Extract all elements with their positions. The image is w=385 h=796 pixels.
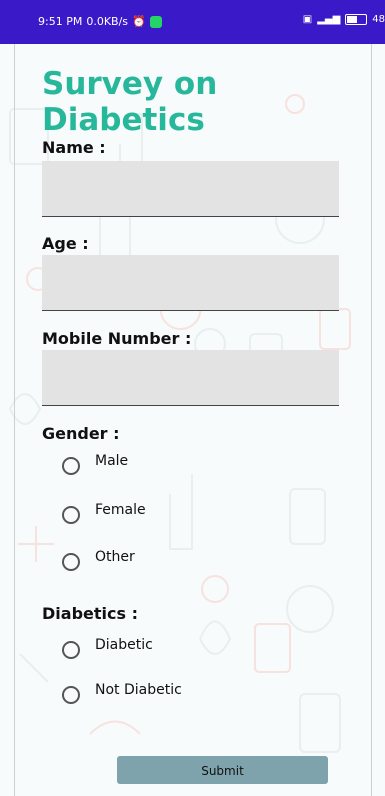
gender-option-female[interactable]: Female bbox=[62, 502, 146, 524]
status-right: ▣ ▂▄▆ 48 bbox=[303, 14, 385, 25]
diabetics-label: Diabetics : bbox=[42, 604, 138, 623]
name-label: Name : bbox=[42, 138, 106, 157]
sim-icon: ▣ bbox=[302, 14, 313, 25]
phone-screen: 9:51 PM 0.0KB/s ⏰ ▣ ▂▄▆ 48 Survey on Dia… bbox=[0, 0, 385, 796]
diabetics-option-diabetic[interactable]: Diabetic bbox=[62, 637, 153, 659]
status-left: 9:51 PM 0.0KB/s ⏰ bbox=[38, 15, 162, 28]
status-time: 9:51 PM bbox=[38, 15, 83, 28]
signal-icon: ▂▄▆ bbox=[317, 14, 341, 25]
radio-button[interactable] bbox=[62, 553, 80, 571]
gender-option-other[interactable]: Other bbox=[62, 549, 135, 571]
age-field[interactable] bbox=[42, 255, 339, 311]
diabetics-option-label: Diabetic bbox=[95, 637, 153, 653]
whatsapp-icon bbox=[149, 15, 162, 28]
name-field[interactable] bbox=[42, 161, 339, 217]
left-edge-divider bbox=[14, 44, 15, 796]
diabetics-option-label: Not Diabetic bbox=[95, 682, 182, 698]
status-network-speed: 0.0KB/s bbox=[86, 15, 129, 28]
radio-button[interactable] bbox=[62, 686, 80, 704]
age-label: Age : bbox=[42, 234, 89, 253]
battery-percent: 48 bbox=[372, 14, 385, 25]
gender-label: Gender : bbox=[42, 424, 120, 443]
radio-button[interactable] bbox=[62, 506, 80, 524]
mobile-number-field[interactable] bbox=[42, 350, 339, 406]
survey-form: Survey on Diabetics Name : Age : Mobile … bbox=[0, 44, 385, 796]
submit-button[interactable]: Submit bbox=[117, 756, 328, 784]
gender-option-label: Female bbox=[95, 502, 146, 518]
radio-button[interactable] bbox=[62, 457, 80, 475]
battery-icon bbox=[345, 14, 368, 25]
mobile-number-label: Mobile Number : bbox=[42, 329, 192, 348]
alarm-icon: ⏰ bbox=[132, 15, 146, 28]
diabetics-option-not-diabetic[interactable]: Not Diabetic bbox=[62, 682, 182, 704]
right-edge-divider bbox=[371, 44, 372, 796]
status-bar: 9:51 PM 0.0KB/s ⏰ ▣ ▂▄▆ 48 bbox=[0, 0, 385, 44]
radio-button[interactable] bbox=[62, 641, 80, 659]
gender-option-male[interactable]: Male bbox=[62, 453, 128, 475]
gender-option-label: Other bbox=[95, 549, 135, 565]
gender-option-label: Male bbox=[95, 453, 129, 469]
page-title: Survey on Diabetics bbox=[42, 66, 218, 138]
